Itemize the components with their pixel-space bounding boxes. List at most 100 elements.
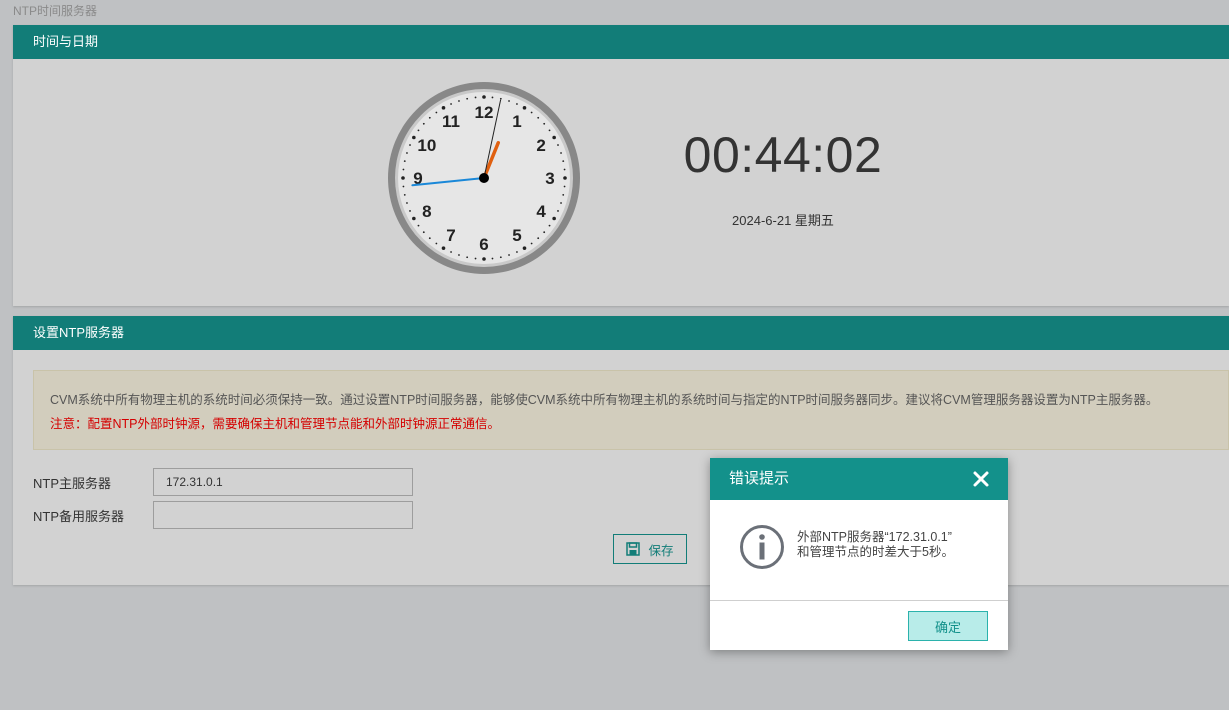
clock-minute-tick [474,96,477,99]
clock-minute-tick [402,185,405,188]
ntp-settings-panel: 设置NTP服务器 CVM系统中所有物理主机的系统时间必须保持一致。通过设置NTP… [13,316,1229,585]
time-date-panel: 时间与日期 12 1 2 3 4 5 6 7 8 9 10 11 00:44:02 2024-6-21… [13,25,1229,306]
clock-minute-tick [402,168,405,171]
clock-hour-tick [482,257,486,261]
clock-minute-tick [409,210,411,212]
close-icon[interactable] [972,470,990,488]
clock-number: 6 [479,235,488,254]
time-panel-title: 时间与日期 [13,25,1229,59]
confirm-button[interactable]: 确定 [908,611,988,641]
clock-minute-tick [537,116,540,119]
clock-number: 2 [536,136,545,155]
clock-number: 10 [417,136,436,155]
clock-number: 8 [422,202,431,221]
clock-minute-tick [450,251,452,253]
dialog-message-line2: 和管理节点的时差大于5秒。 [797,545,954,559]
clock-hour-tick [412,135,416,140]
dialog-header: 错误提示 [710,458,1008,500]
clock-minute-tick [458,254,460,256]
clock-minute-tick [406,202,408,204]
clock-minute-tick [516,103,518,105]
clock-number: 5 [512,226,521,245]
clock-number: 3 [545,169,554,188]
clock-minute-tick [508,100,510,102]
digital-time: 00:44:02 [683,127,883,183]
clock-minute-tick [516,251,518,253]
clock-minute-tick [563,168,566,171]
clock-hour-tick [563,176,567,180]
clock-minute-tick [562,193,565,196]
clock-minute-tick [543,122,546,125]
notice-box: CVM系统中所有物理主机的系统时间必须保持一致。通过设置NTP时间服务器，能够使… [33,370,1229,450]
clock-minute-tick [537,237,540,240]
clock-minute-tick [417,224,420,227]
clock-minute-tick [403,193,406,196]
clock-minute-tick [557,210,559,212]
ntp-panel-title: 设置NTP服务器 [13,316,1229,350]
clock-minute-tick [548,129,551,132]
clock-minute-tick [435,111,438,114]
save-button-label: 保存 [648,543,674,558]
clock-hour-tick [482,95,486,99]
clock-minute-tick [422,122,425,125]
clock-minute-tick [458,100,460,102]
clock-minute-tick [499,97,502,100]
clock-center-pin [479,173,489,183]
clock-hour-tick [552,135,556,140]
clock-minute-tick [563,185,566,188]
clock-minute-tick [557,144,559,146]
clock-minute-tick [474,257,477,260]
clock-minute-tick [466,97,469,100]
notice-text: CVM系统中所有物理主机的系统时间必须保持一致。通过设置NTP时间服务器，能够使… [50,393,1159,407]
warning-text: 注意：配置NTP外部时钟源，需要确保主机和管理节点能和外部时钟源正常通信。 [50,417,501,431]
clock-minute-tick [466,256,469,259]
clock-minute-tick [428,116,431,119]
dialog-body: 外部NTP服务器“172.31.0.1” 和管理节点的时差大于5秒。 [710,500,1008,601]
primary-server-input[interactable] [153,468,413,496]
clock-hour-tick [552,216,556,221]
breadcrumb: NTP时间服务器 [13,4,98,18]
clock-minute-tick [530,111,533,114]
clock-hour-tick [401,176,405,180]
primary-server-label: NTP主服务器 [33,476,112,491]
clock-minute-tick [548,224,551,227]
clock-minute-tick [450,103,452,105]
dialog-title: 错误提示 [729,470,790,487]
backup-server-input[interactable] [153,501,413,529]
clock-hour-tick [412,216,416,221]
clock-number: 11 [442,112,460,131]
clock-hour-tick [441,246,446,250]
clock-number: 7 [446,226,455,245]
info-icon [740,525,784,569]
backup-server-label: NTP备用服务器 [33,509,125,524]
clock-minute-tick [406,152,408,154]
floppy-disk-icon [626,542,641,556]
clock-number: 1 [512,112,521,131]
current-date: 2024-6-21 星期五 [732,213,834,228]
clock-minute-tick [403,160,406,163]
clock-minute-tick [560,152,562,154]
clock-minute-tick [560,202,562,204]
clock-minute-tick [530,242,533,245]
dialog-message: 外部NTP服务器“172.31.0.1” 和管理节点的时差大于5秒。 [797,530,997,560]
clock-hour-tick [441,106,446,110]
clock-minute-tick [422,231,425,234]
clock-minute-tick [543,231,546,234]
analog-clock: 12 1234567891011 [388,82,580,274]
clock-minute-tick [508,254,510,256]
clock-minute-tick [409,144,411,146]
clock-hour-tick [522,246,527,250]
clock-hour-tick [522,106,527,110]
dialog-message-line1: 外部NTP服务器“172.31.0.1” [797,530,952,544]
clock-number: 12 [475,103,494,122]
clock-minute-tick [491,257,494,260]
clock-minute-tick [499,256,502,259]
clock-minute-tick [417,129,420,132]
save-button[interactable]: 保存 [613,534,687,564]
clock-minute-tick [428,237,431,240]
clock-minute-tick [562,160,565,163]
clock-minute-tick [491,96,494,99]
error-dialog: 错误提示 外部NTP服务器“172.31.0.1” 和管理节点的时差大于5秒。 … [710,458,1008,650]
clock-number: 4 [536,202,546,221]
clock-minute-tick [435,242,438,245]
